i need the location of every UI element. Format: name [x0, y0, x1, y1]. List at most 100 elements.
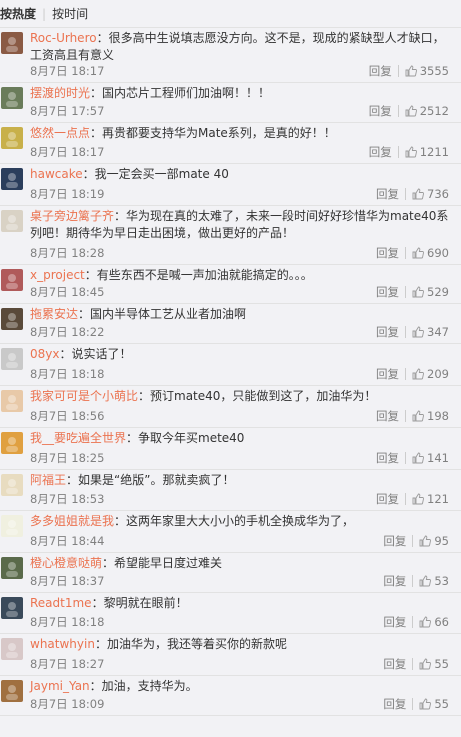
comment-body: ：黎明就在眼前！: [91, 596, 188, 610]
thumbs-up-icon[interactable]: [412, 493, 425, 505]
comment-timestamp: 8月7日 18:27: [30, 656, 104, 672]
comment-text: hawcake：我一定会买一部mate 40: [30, 166, 449, 183]
comment-username[interactable]: 橙心橙意哒萌: [30, 556, 102, 570]
comment-date: 8月7日: [30, 409, 68, 423]
avatar[interactable]: [1, 515, 23, 537]
comment-actions: 回复 55: [383, 696, 449, 712]
comment-username[interactable]: x_project: [30, 268, 85, 282]
comment-item: whatwhyin：加油华为，我还等着买你的新款呢 8月7日 18:27 回复 55: [0, 634, 461, 676]
reply-button[interactable]: 回复: [383, 573, 406, 589]
thumbs-up-icon[interactable]: [412, 286, 425, 298]
reply-button[interactable]: 回复: [376, 366, 399, 382]
comment-text: 橙心橙意哒萌：希望能早日度过难关: [30, 555, 449, 572]
comment-body: ：如果是“绝版”。那就卖疯了！: [66, 473, 235, 487]
like-count: 141: [427, 451, 449, 465]
action-divider: [412, 698, 414, 710]
reply-button[interactable]: 回复: [376, 324, 399, 340]
reply-button[interactable]: 回复: [369, 144, 392, 160]
avatar[interactable]: [1, 210, 23, 232]
thumbs-up-icon[interactable]: [412, 326, 425, 338]
thumbs-up-icon[interactable]: [419, 658, 432, 670]
avatar[interactable]: [1, 597, 23, 619]
reply-button[interactable]: 回复: [383, 696, 406, 712]
action-divider: [405, 368, 407, 380]
comment-time: 18:56: [71, 409, 105, 423]
thumbs-up-icon[interactable]: [419, 616, 432, 628]
thumbs-up-icon[interactable]: [419, 535, 432, 547]
action-divider: [405, 493, 407, 505]
comment-actions: 回复 95: [383, 533, 449, 549]
avatar[interactable]: [1, 638, 23, 660]
thumbs-up-icon[interactable]: [419, 575, 432, 587]
comment-username[interactable]: Jaymi_Yan: [30, 679, 90, 693]
action-divider: [405, 326, 407, 338]
comment-username[interactable]: Roc-Urhero: [30, 31, 97, 45]
comment-username[interactable]: hawcake: [30, 167, 83, 181]
thumbs-up-icon[interactable]: [405, 105, 417, 117]
avatar[interactable]: [1, 474, 23, 496]
like-count: 55: [434, 657, 449, 671]
comment-date: 8月7日: [30, 285, 68, 299]
thumbs-up-icon[interactable]: [405, 146, 417, 158]
reply-button[interactable]: 回复: [369, 103, 392, 119]
avatar[interactable]: [1, 168, 23, 190]
thumbs-up-icon[interactable]: [412, 410, 425, 422]
comment-username[interactable]: 我__要吃遍全世界: [30, 431, 126, 445]
comment-text: Roc-Urhero：很多高中生说填志愿没方向。这不是，现成的紧缺型人才缺口，工…: [30, 30, 449, 64]
comment-timestamp: 8月7日 18:25: [30, 450, 104, 466]
comment-actions: 回复 736: [376, 186, 449, 202]
comment-username[interactable]: 我家可可是个小萌比: [30, 389, 138, 403]
reply-button[interactable]: 回复: [376, 450, 399, 466]
comment-username[interactable]: 摆渡的时光: [30, 86, 90, 100]
action-divider: [405, 286, 407, 298]
comment-timestamp: 8月7日 18:09: [30, 696, 104, 712]
comment-username[interactable]: 08yx: [30, 347, 59, 361]
comment-username[interactable]: 悠然一点点: [30, 126, 90, 140]
thumbs-up-icon[interactable]: [412, 452, 425, 464]
comment-actions: 回复 2512: [369, 103, 449, 119]
reply-button[interactable]: 回复: [376, 408, 399, 424]
avatar[interactable]: [1, 87, 23, 109]
reply-button[interactable]: 回复: [376, 491, 399, 507]
avatar[interactable]: [1, 308, 23, 330]
reply-button[interactable]: 回复: [376, 245, 399, 261]
avatar[interactable]: [1, 680, 23, 702]
reply-button[interactable]: 回复: [369, 63, 392, 79]
avatar[interactable]: [1, 432, 23, 454]
comment-username[interactable]: 桌子旁边篱子齐: [30, 209, 114, 223]
thumbs-up-icon[interactable]: [419, 698, 432, 710]
comment-username[interactable]: whatwhyin: [30, 637, 95, 651]
reply-button[interactable]: 回复: [376, 284, 399, 300]
comment-username[interactable]: Readt1me: [30, 596, 92, 610]
thumbs-up-icon[interactable]: [412, 247, 425, 259]
comment-date: 8月7日: [30, 492, 68, 506]
action-divider: [412, 616, 414, 628]
reply-button[interactable]: 回复: [383, 614, 406, 630]
avatar[interactable]: [1, 390, 23, 412]
comment-item: 08yx：说实话了！ 8月7日 18:18 回复 209: [0, 344, 461, 386]
comment-actions: 回复 121: [376, 491, 449, 507]
thumbs-up-icon[interactable]: [405, 65, 417, 77]
comment-username[interactable]: 阿福王: [30, 473, 66, 487]
comment-time: 18:17: [71, 64, 105, 78]
comment-username[interactable]: 拖累安达: [30, 307, 78, 321]
thumbs-up-icon[interactable]: [412, 368, 425, 380]
comment-body: ：加油，支持华为。: [89, 679, 198, 693]
like-count: 690: [427, 246, 449, 260]
reply-button[interactable]: 回复: [383, 656, 406, 672]
thumbs-up-icon[interactable]: [412, 188, 425, 200]
reply-button[interactable]: 回复: [376, 186, 399, 202]
avatar[interactable]: [1, 348, 23, 370]
reply-button[interactable]: 回复: [383, 533, 406, 549]
avatar[interactable]: [1, 127, 23, 149]
comment-actions: 回复 209: [376, 366, 449, 382]
comment-timestamp: 8月7日 17:57: [30, 103, 104, 119]
avatar[interactable]: [1, 557, 23, 579]
sort-by-hot-tab[interactable]: 按热度: [0, 5, 36, 22]
sort-by-time-tab[interactable]: 按时间: [52, 5, 88, 22]
action-divider: [397, 65, 399, 77]
comment-username[interactable]: 多多姐姐就是我: [30, 514, 114, 528]
comment-body: ：加油华为，我还等着买你的新款呢: [94, 637, 287, 651]
avatar[interactable]: [1, 269, 23, 291]
avatar[interactable]: [1, 32, 23, 54]
